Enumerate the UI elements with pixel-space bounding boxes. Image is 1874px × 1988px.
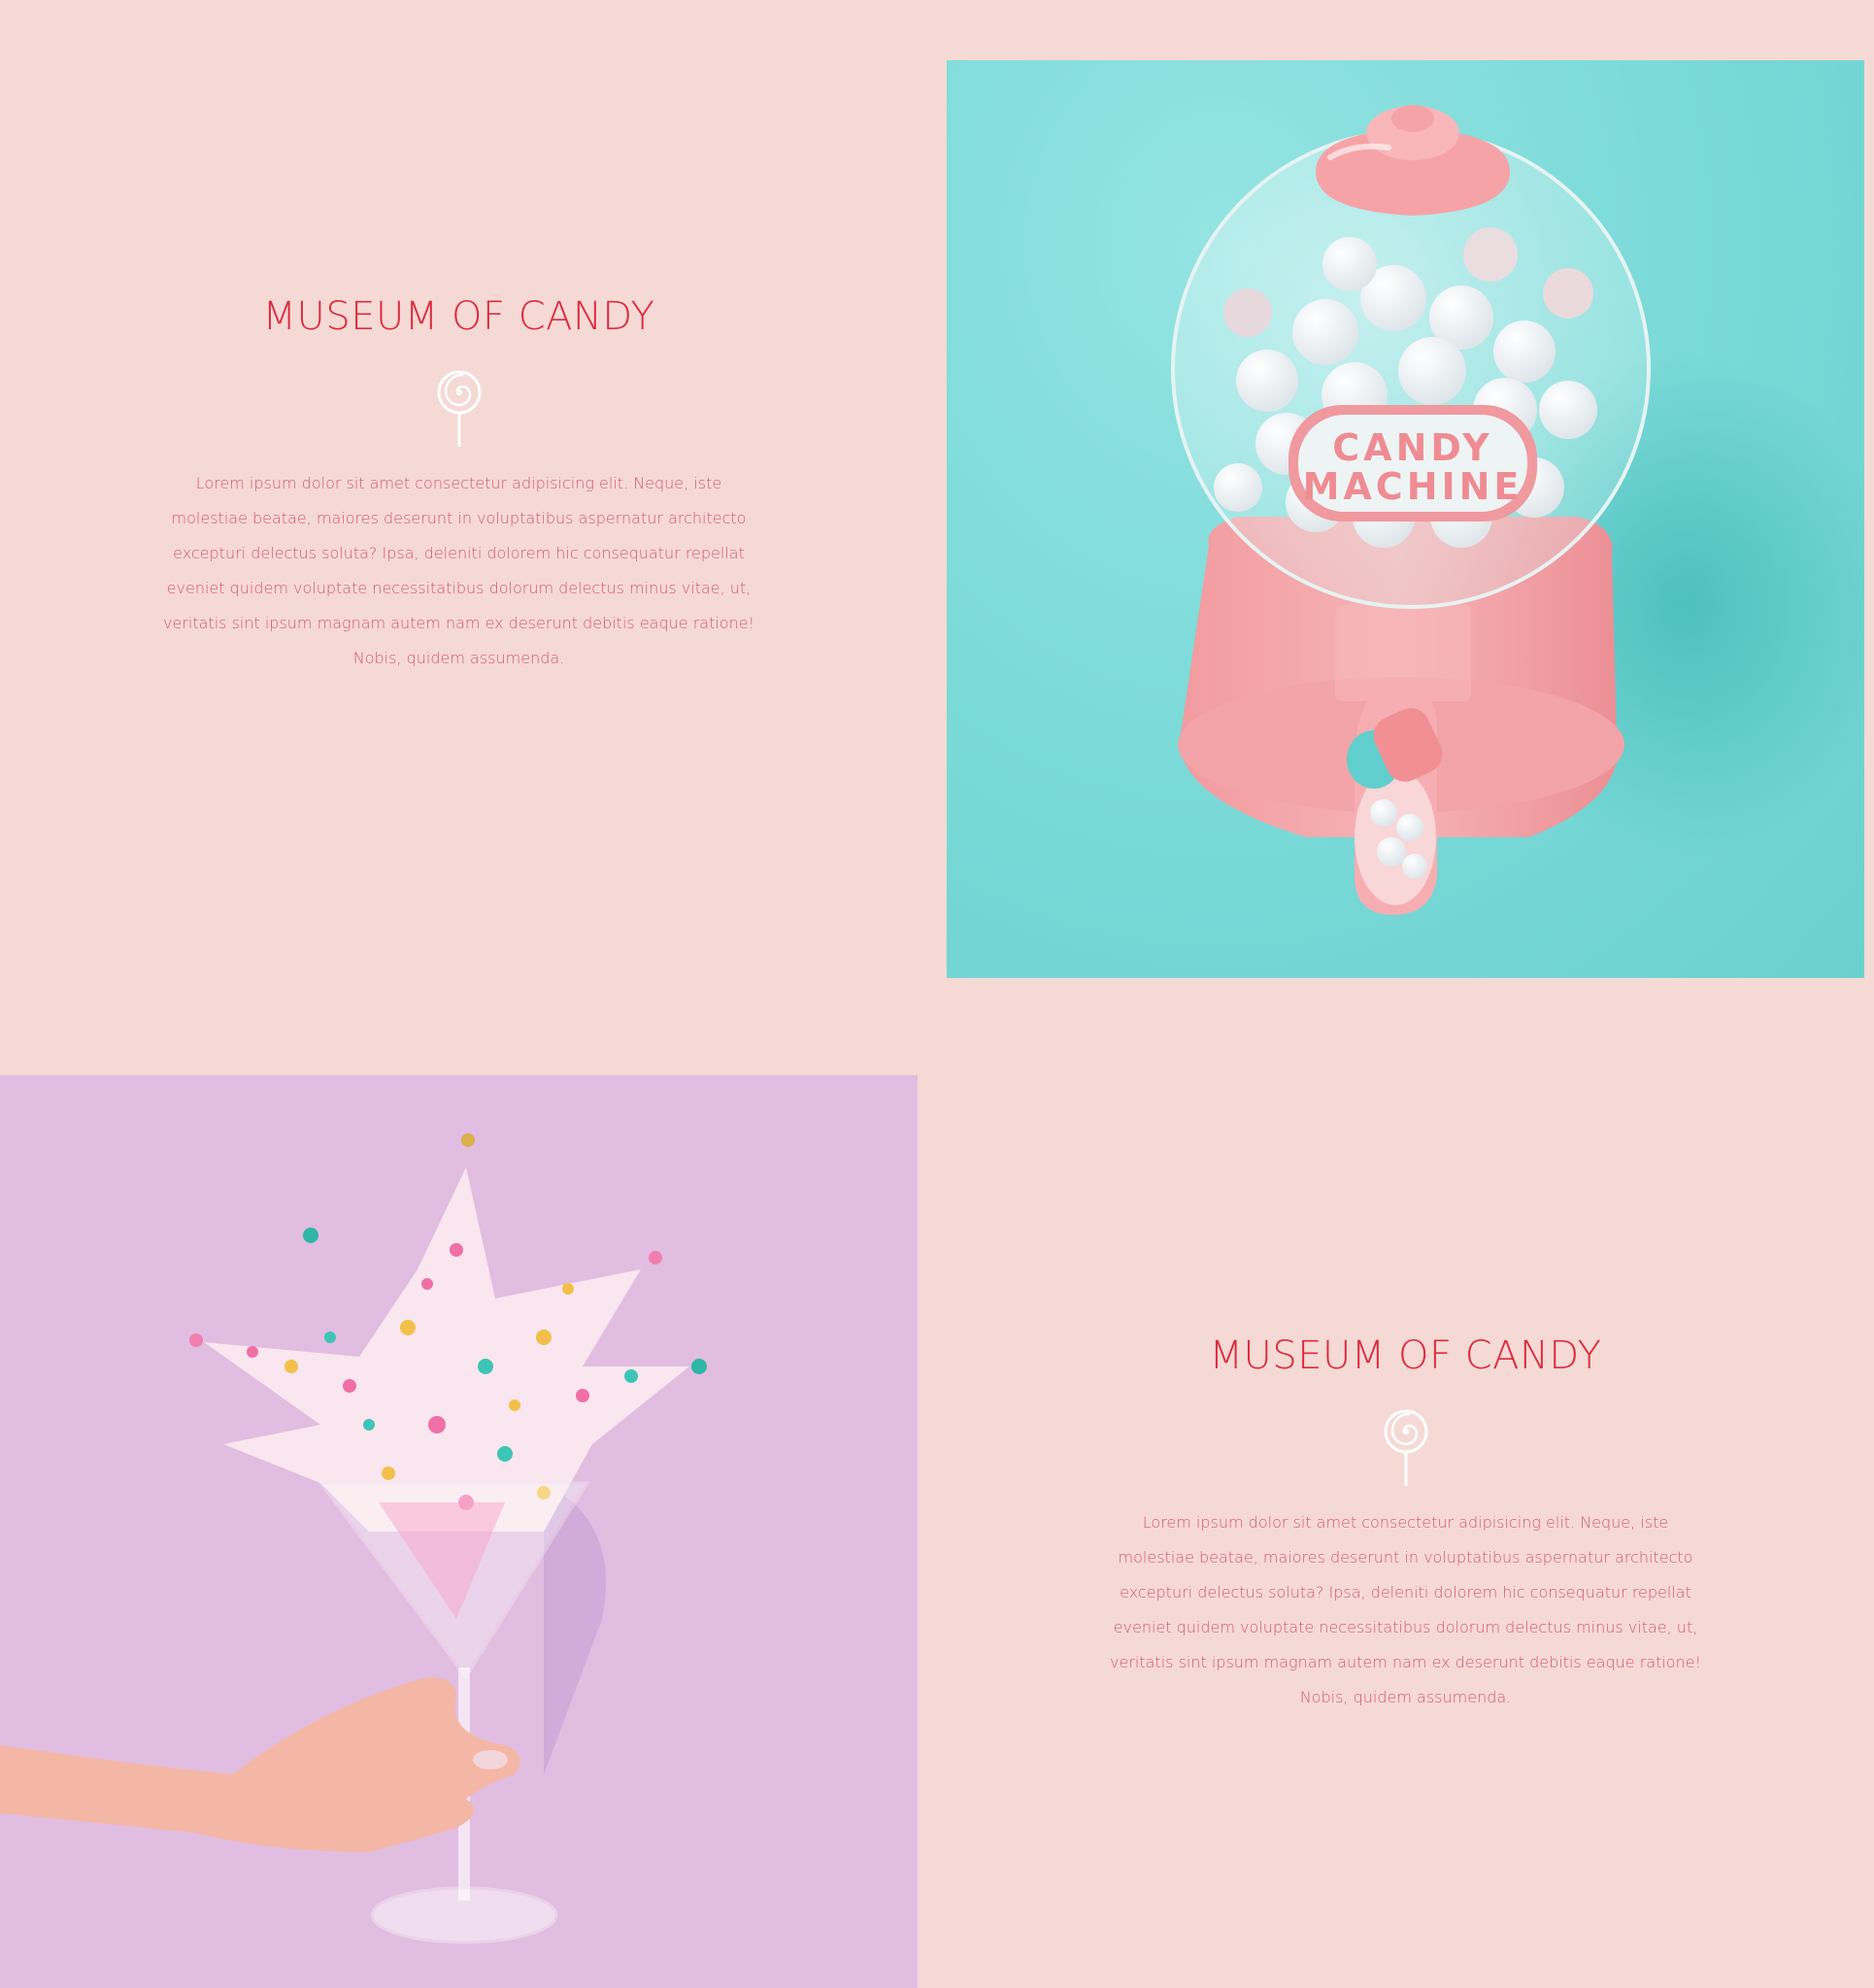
lollipop-icon [437,370,481,447]
gumball-machine-illustration: CANDY MACHINE [1171,105,1864,915]
page: MUSEUM OF CANDY Lorem ipsum dolor sit am… [0,0,1874,1988]
sprinkles-illustration [0,1133,707,1944]
section-heading: MUSEUM OF CANDY [262,294,655,339]
intro-section-2: MUSEUM OF CANDY Lorem ipsum dolor sit am… [1073,1331,1738,1715]
section-heading: MUSEUM OF CANDY [1209,1333,1602,1378]
section-body: Lorem ipsum dolor sit amet consectetur a… [163,474,754,667]
sprinkles-cocktail-photo [0,1075,918,1988]
section-body: Lorem ipsum dolor sit amet consectetur a… [1110,1513,1701,1706]
gumball-label-line1: CANDY [1332,426,1492,469]
gumball-label-line2: MACHINE [1303,465,1523,508]
intro-section-1: MUSEUM OF CANDY Lorem ipsum dolor sit am… [126,291,791,676]
lollipop-icon [1384,1409,1427,1486]
gumball-machine-photo: CANDY MACHINE [947,60,1864,978]
